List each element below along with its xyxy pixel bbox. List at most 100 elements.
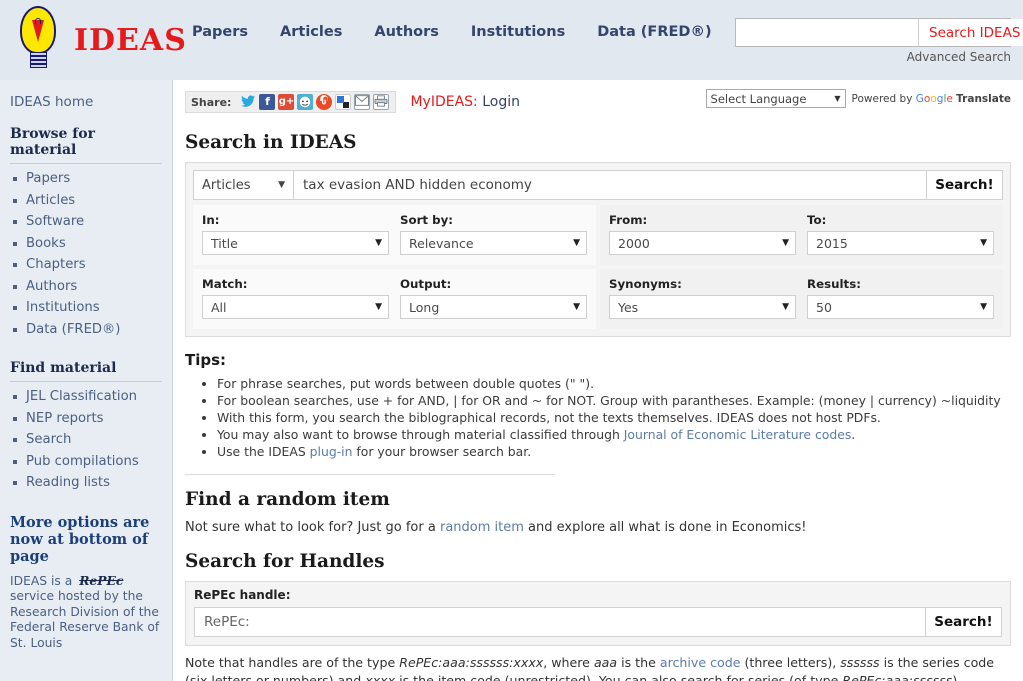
field-output: Output: Long ▼	[400, 277, 587, 319]
list-item[interactable]: Pub compilations	[10, 451, 162, 473]
label-synonyms: Synonyms:	[609, 277, 682, 291]
header-search-button[interactable]: Search IDEAS	[918, 19, 1023, 46]
random-text-before: Not sure what to look for? Just go for a	[185, 520, 440, 535]
plugin-link[interactable]: plug-in	[310, 444, 353, 459]
list-item[interactable]: Software	[10, 211, 162, 233]
sidebar-item-papers[interactable]: Papers	[26, 171, 70, 186]
chevron-down-icon: ▼	[278, 180, 285, 190]
select-synonyms[interactable]: Yes ▼	[609, 295, 796, 319]
select-to[interactable]: 2015 ▼	[807, 231, 994, 255]
email-icon[interactable]	[354, 94, 371, 110]
select-sort-by-value: Relevance	[409, 235, 474, 251]
sidebar-item-software[interactable]: Software	[26, 214, 84, 229]
field-match: Match: All ▼	[202, 277, 389, 319]
sidebar-item-search[interactable]: Search	[26, 432, 71, 447]
handle-search-button[interactable]: Search!	[925, 608, 1001, 636]
stumbleupon-icon[interactable]	[316, 94, 333, 110]
delicious-icon[interactable]	[335, 94, 352, 110]
sidebar-item-authors[interactable]: Authors	[26, 279, 77, 294]
powered-by-google-translate: Powered by Google Translate	[852, 93, 1011, 105]
sidebar-item-nep-reports[interactable]: NEP reports	[26, 411, 104, 426]
select-results[interactable]: 50 ▼	[807, 295, 994, 319]
options-panel-in-sort: In: Title ▼ Sort by: Relevance ▼	[193, 205, 596, 265]
label-output: Output:	[400, 277, 452, 291]
list-item[interactable]: Authors	[10, 276, 162, 298]
select-synonyms-value: Yes	[618, 299, 639, 315]
nav-item-data-fred[interactable]: Data (FRED®)	[597, 24, 711, 40]
label-to: To:	[807, 213, 827, 227]
select-match[interactable]: All ▼	[202, 295, 389, 319]
select-in[interactable]: Title ▼	[202, 231, 389, 255]
sidebar-item-jel-classification[interactable]: JEL Classification	[26, 389, 137, 404]
list-item[interactable]: JEL Classification	[10, 386, 162, 408]
list-item[interactable]: Papers	[10, 168, 162, 190]
nav-item-papers[interactable]: Papers	[192, 24, 248, 40]
label-match: Match:	[202, 277, 248, 291]
google-plus-icon[interactable]: g+	[278, 94, 295, 110]
sidebar-item-articles[interactable]: Articles	[26, 193, 75, 208]
random-item-text: Not sure what to look for? Just go for a…	[185, 519, 1011, 537]
list-item[interactable]: Books	[10, 233, 162, 255]
label-results: Results:	[807, 277, 861, 291]
select-from-value: 2000	[618, 235, 650, 251]
sidebar: IDEAS home Browse for material Papers Ar…	[0, 80, 173, 681]
list-item[interactable]: NEP reports	[10, 408, 162, 430]
list-item[interactable]: Institutions	[10, 297, 162, 319]
sidebar-item-data-fred[interactable]: Data (FRED®)	[26, 322, 120, 337]
chevron-down-icon: ▼	[782, 238, 789, 248]
handles-note-4: (three letters),	[740, 655, 841, 670]
lightbulb-icon	[12, 4, 64, 76]
language-select[interactable]: Select Language ▼	[705, 89, 846, 108]
nav-item-articles[interactable]: Articles	[280, 24, 342, 40]
facebook-icon[interactable]: f	[259, 94, 276, 110]
sidebar-item-institutions[interactable]: Institutions	[26, 300, 100, 315]
repec-note-part1: IDEAS is a	[10, 573, 73, 588]
chevron-down-icon: ▼	[980, 302, 987, 312]
advanced-search-link[interactable]: Advanced Search	[735, 50, 1011, 64]
list-item[interactable]: Chapters	[10, 254, 162, 276]
sidebar-item-chapters[interactable]: Chapters	[26, 257, 86, 272]
myideas-block: MyIDEAS: Login	[410, 94, 520, 110]
list-item[interactable]: Search	[10, 429, 162, 451]
select-output[interactable]: Long ▼	[400, 295, 587, 319]
tip-text: You may also want to browse through mate…	[217, 427, 624, 442]
search-type-select[interactable]: Articles ▼	[194, 171, 294, 199]
sidebar-item-reading-lists[interactable]: Reading lists	[26, 475, 110, 490]
select-sort-by[interactable]: Relevance ▼	[400, 231, 587, 255]
jel-codes-link[interactable]: Journal of Economic Literature codes	[624, 427, 852, 442]
handles-note-2: , where	[543, 655, 594, 670]
random-item-link[interactable]: random item	[440, 520, 524, 535]
sidebar-item-home[interactable]: IDEAS home	[10, 94, 162, 110]
nav-item-authors[interactable]: Authors	[374, 24, 439, 40]
sidebar-item-books[interactable]: Books	[26, 236, 66, 251]
select-to-value: 2015	[816, 235, 848, 251]
chevron-down-icon: ▼	[834, 94, 841, 103]
select-from[interactable]: 2000 ▼	[609, 231, 796, 255]
reddit-icon[interactable]	[297, 94, 314, 110]
search-query-input[interactable]	[294, 171, 926, 199]
site-logo[interactable]: IDEAS	[12, 4, 187, 76]
archive-code-link[interactable]: archive code	[660, 655, 741, 670]
powered-prefix: Powered by	[851, 92, 913, 105]
list-item: For boolean searches, use + for AND, | f…	[217, 392, 1011, 409]
powered-suffix: Translate	[956, 92, 1011, 105]
tip-text-after: .	[851, 427, 856, 442]
myideas-label: MyIDEAS:	[410, 94, 478, 110]
search-submit-button[interactable]: Search!	[926, 171, 1002, 199]
list-item[interactable]: Articles	[10, 190, 162, 212]
twitter-icon[interactable]	[240, 94, 256, 110]
login-link[interactable]: Login	[482, 94, 520, 110]
header-search-input[interactable]	[736, 19, 918, 46]
handle-label: RePEc handle:	[194, 588, 291, 602]
nav-item-institutions[interactable]: Institutions	[471, 24, 565, 40]
main-content: Share: f g+ MyIDEAS: Login Select Langua…	[173, 80, 1023, 681]
list-item[interactable]: Data (FRED®)	[10, 319, 162, 341]
handle-input[interactable]	[195, 608, 925, 636]
share-label: Share:	[185, 91, 237, 113]
print-icon[interactable]	[373, 94, 390, 110]
research-division-link[interactable]: Research Division	[10, 605, 119, 619]
repec-note-part2: service hosted by the	[10, 589, 143, 603]
sidebar-item-pub-compilations[interactable]: Pub compilations	[26, 454, 139, 469]
chevron-down-icon: ▼	[573, 302, 580, 312]
list-item[interactable]: Reading lists	[10, 472, 162, 494]
